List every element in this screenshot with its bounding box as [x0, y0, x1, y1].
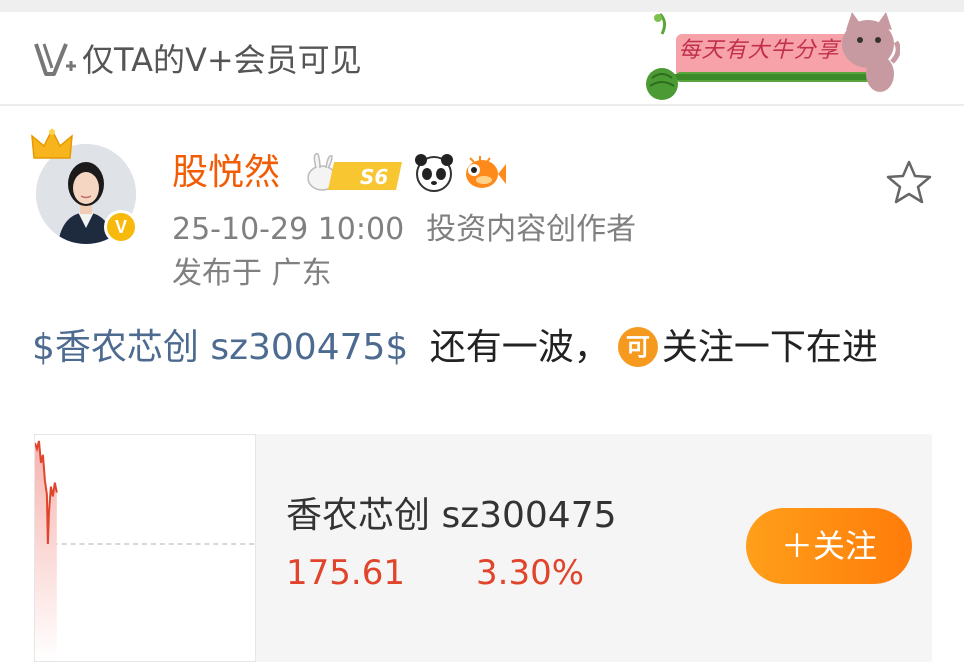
top-strip — [0, 0, 964, 12]
level-badge-text: S6 — [360, 165, 388, 189]
star-icon[interactable] — [884, 158, 934, 206]
post-card: V 股悦然 S6 25-10-29 10:00 投资内容创作者 发布于 广东 $… — [0, 106, 964, 670]
ke-icon: 可 — [617, 327, 658, 367]
stock-mini-chart — [34, 434, 256, 662]
vip-only-label: 仅TA的V+会员可见 — [82, 41, 362, 79]
stock-card[interactable]: 香农芯创 sz300475 175.61 3.30% ＋关注 — [34, 434, 932, 662]
post-meta: 25-10-29 10:00 投资内容创作者 — [172, 210, 636, 250]
user-badges: S6 — [307, 153, 506, 192]
card-stock-change: 3.30% — [476, 553, 585, 593]
stock-link[interactable]: $香农芯创 sz300475$ — [32, 327, 408, 368]
post-timestamp: 25-10-29 10:00 — [172, 212, 405, 247]
crown-icon — [31, 128, 73, 159]
post-text-part-2: 关注一下在进 — [661, 327, 878, 368]
panda-icon — [415, 154, 453, 192]
pufferfish-icon — [466, 156, 506, 188]
verified-icon: V — [104, 210, 138, 244]
author-role: 投资内容创作者 — [426, 212, 637, 247]
card-stock-name: 香农芯创 sz300475 — [286, 495, 617, 536]
post-location: 发布于 广东 — [172, 256, 332, 291]
author-avatar-group[interactable]: V — [30, 128, 145, 253]
rabbit-level-icon: S6 — [307, 153, 402, 191]
card-stock-price: 175.61 — [286, 553, 405, 593]
v-plus-logo-icon — [34, 43, 76, 76]
post-text-part-1: 还有一波， — [429, 327, 610, 368]
intraday-area — [35, 440, 57, 661]
author-name[interactable]: 股悦然 — [172, 150, 280, 196]
post-text: $香农芯创 sz300475$ 还有一波，可关注一下在进 — [32, 322, 932, 374]
banner-slogan: 每天有大牛分享 — [678, 38, 840, 63]
follow-button[interactable]: ＋关注 — [746, 508, 912, 584]
